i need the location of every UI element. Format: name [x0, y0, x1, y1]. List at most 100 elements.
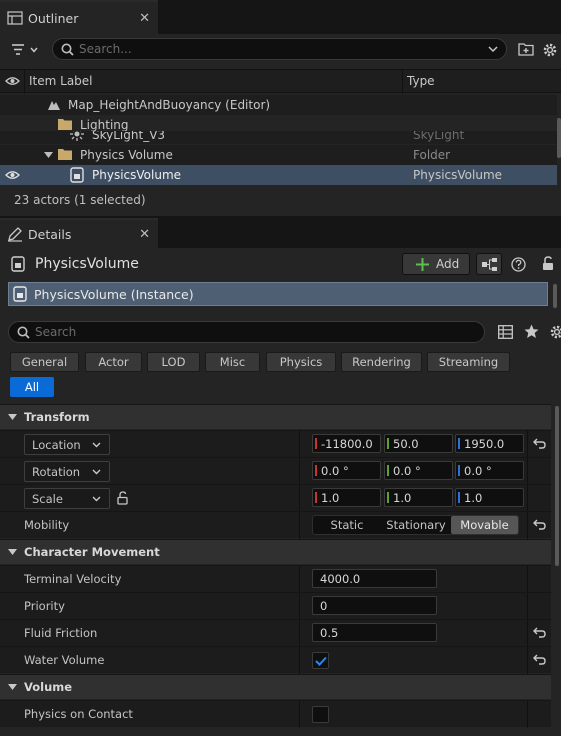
location-dropdown[interactable]: Location [24, 434, 110, 455]
property-row-mobility: Mobility Static Stationary Movable [0, 511, 551, 539]
eye-icon[interactable] [5, 76, 20, 86]
tree-row-label: PhysicsVolume [92, 168, 182, 182]
outliner-column-header: Item Label Type [0, 69, 561, 94]
axis-y-indicator [387, 438, 389, 449]
physics-on-contact-checkbox[interactable] [312, 706, 329, 723]
terminal-velocity-field[interactable]: 4000.0 [312, 569, 437, 588]
details-tab[interactable]: Details ✕ [0, 218, 158, 248]
property-separator [299, 431, 300, 458]
property-separator [299, 566, 300, 593]
filter-all-button[interactable]: All [10, 377, 54, 397]
unlock-icon[interactable] [117, 491, 130, 505]
property-separator [299, 647, 300, 674]
reset-arrow-icon[interactable] [533, 654, 546, 665]
details-scrollbar[interactable] [555, 406, 559, 566]
unlock-icon[interactable] [542, 256, 556, 271]
property-separator [527, 620, 528, 647]
reset-arrow-icon[interactable] [533, 627, 546, 638]
location-label: Location [32, 438, 81, 452]
category-label: Transform [24, 410, 90, 424]
rotation-y-field[interactable]: 0.0 ° [384, 461, 453, 480]
expand-arrow-icon[interactable] [44, 152, 53, 158]
tree-row-type: SkyLight [413, 131, 465, 142]
location-y-field[interactable]: 50.0 [384, 434, 453, 453]
mobility-movable-option[interactable]: Movable [451, 516, 518, 534]
gear-icon[interactable] [542, 42, 558, 58]
filter-lod-button[interactable]: LOD [147, 352, 200, 372]
help-icon[interactable] [511, 257, 526, 272]
water-volume-checkbox[interactable] [312, 652, 329, 669]
filter-streaming-button[interactable]: Streaming [427, 352, 510, 372]
close-icon[interactable]: ✕ [139, 11, 150, 26]
star-icon[interactable] [524, 324, 539, 339]
category-character-movement[interactable]: Character Movement [0, 539, 551, 564]
reset-arrow-icon[interactable] [533, 438, 546, 449]
reset-arrow-icon[interactable] [533, 519, 546, 530]
add-component-button[interactable]: Add [402, 253, 470, 275]
rotation-dropdown[interactable]: Rotation [24, 461, 110, 482]
tree-row-label: Lighting [80, 118, 129, 132]
mobility-stationary-option[interactable]: Stationary [381, 516, 451, 534]
fluid-friction-label: Fluid Friction [24, 626, 98, 640]
outliner-tab[interactable]: Outliner ✕ [0, 0, 158, 34]
filter-physics-button[interactable]: Physics [266, 352, 336, 372]
property-separator [527, 512, 528, 539]
actor-name[interactable]: PhysicsVolume [35, 256, 139, 272]
tree-row-map[interactable]: Map_HeightAndBuoyancy (Editor) [0, 95, 557, 115]
hierarchy-icon [482, 258, 497, 271]
category-transform[interactable]: Transform [0, 404, 551, 429]
column-type[interactable]: Type [407, 74, 435, 88]
chevron-down-icon[interactable] [488, 46, 498, 53]
gear-icon[interactable] [549, 324, 561, 340]
outliner-scrollbar[interactable] [557, 118, 561, 158]
location-z-field[interactable]: 1950.0 [455, 434, 524, 453]
scale-z-field[interactable]: 1.0 [455, 488, 524, 507]
priority-field[interactable]: 0 [312, 596, 437, 615]
filter-actor-button[interactable]: Actor [85, 352, 142, 372]
component-instance-row[interactable]: PhysicsVolume (Instance) [8, 282, 548, 306]
property-separator [527, 566, 528, 593]
scale-dropdown[interactable]: Scale [24, 488, 110, 509]
mobility-static-option[interactable]: Static [313, 516, 381, 534]
close-icon[interactable]: ✕ [139, 227, 150, 242]
outliner-search-input[interactable]: Search... [52, 38, 507, 60]
search-placeholder: Search [35, 325, 77, 339]
property-row-physics-on-contact: Physics on Contact [0, 700, 551, 728]
column-separator [402, 70, 403, 94]
property-matrix-icon[interactable] [498, 325, 513, 339]
category-volume[interactable]: Volume [0, 674, 551, 699]
property-row-scale: Scale 1.0 1.0 1.0 [0, 484, 551, 512]
physics-on-contact-label: Physics on Contact [24, 707, 133, 721]
filter-misc-button[interactable]: Misc [205, 352, 260, 372]
filter-icon[interactable] [11, 43, 39, 57]
rotation-x-field[interactable]: 0.0 ° [312, 461, 381, 480]
add-folder-icon[interactable] [518, 42, 534, 56]
filter-general-button[interactable]: General [10, 352, 79, 372]
actor-count-status: 23 actors (1 selected) [14, 193, 146, 207]
location-y-value: 50.0 [393, 437, 419, 451]
property-row-water-volume: Water Volume [0, 646, 551, 674]
rotation-z-field[interactable]: 0.0 ° [455, 461, 524, 480]
tree-row-skylight[interactable]: SkyLight_V3 SkyLight [0, 131, 557, 144]
property-separator [527, 431, 528, 458]
details-search-input[interactable]: Search [8, 321, 485, 343]
priority-label: Priority [24, 599, 65, 613]
axis-x-indicator [315, 438, 317, 449]
filter-rendering-button[interactable]: Rendering [341, 352, 422, 372]
details-tab-label: Details [28, 226, 72, 242]
scale-y-field[interactable]: 1.0 [384, 488, 453, 507]
axis-z-indicator [458, 438, 460, 449]
tree-row-physics-volume-folder[interactable]: Physics Volume Folder [0, 145, 557, 165]
property-separator [527, 701, 528, 728]
location-x-field[interactable]: -11800.0 [312, 434, 381, 453]
scale-x-field[interactable]: 1.0 [312, 488, 381, 507]
eye-icon[interactable] [5, 170, 20, 180]
fluid-friction-field[interactable]: 0.5 [312, 623, 437, 642]
hierarchy-button[interactable] [476, 253, 502, 275]
column-item-label[interactable]: Item Label [29, 74, 93, 88]
component-scrollbar[interactable] [553, 284, 557, 308]
add-button-label: Add [436, 257, 460, 271]
tree-row-physics-volume-selected[interactable]: PhysicsVolume PhysicsVolume [0, 165, 557, 185]
details-tabbar: Details ✕ [0, 218, 561, 248]
property-row-rotation: Rotation 0.0 ° 0.0 ° 0.0 ° [0, 457, 551, 485]
